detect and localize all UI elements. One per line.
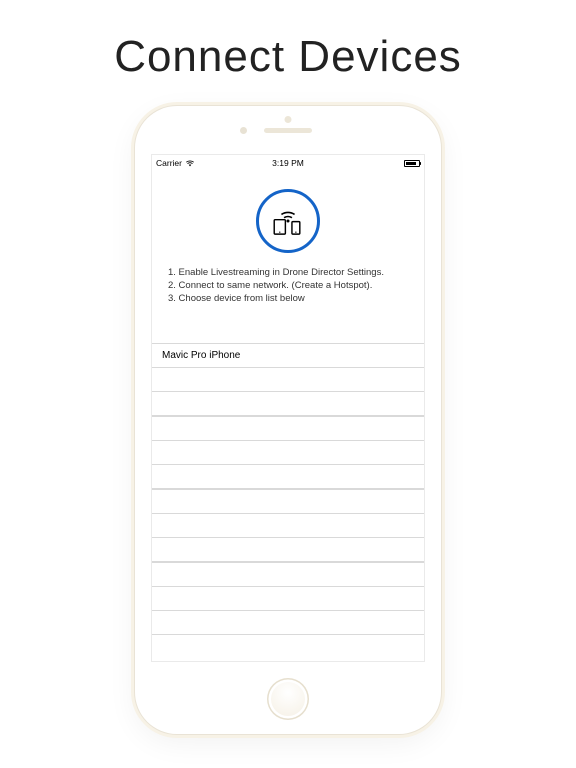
wifi-icon xyxy=(185,159,195,167)
phone-sensor xyxy=(285,116,292,123)
status-bar: Carrier 3:19 PM xyxy=(152,155,424,171)
device-row[interactable]: Mavic Pro iPhone xyxy=(152,343,424,368)
instructions: 1. Enable Livestreaming in Drone Directo… xyxy=(152,267,424,305)
instruction-2: 2. Connect to same network. (Create a Ho… xyxy=(168,280,408,293)
list-row-empty xyxy=(152,367,424,392)
list-row-empty xyxy=(152,391,424,416)
phone-mockup: Carrier 3:19 PM xyxy=(135,106,441,734)
page-title: Connect Devices xyxy=(0,32,576,82)
status-right xyxy=(404,160,420,167)
list-row-empty xyxy=(152,440,424,465)
list-row-empty xyxy=(152,562,424,587)
phone-screen: Carrier 3:19 PM xyxy=(151,154,425,662)
home-button[interactable] xyxy=(267,678,309,720)
phone-speaker xyxy=(264,128,312,133)
phone-camera xyxy=(240,127,247,134)
status-carrier: Carrier xyxy=(156,158,182,168)
device-list[interactable]: Mavic Pro iPhone xyxy=(152,343,424,635)
screen-content: 1. Enable Livestreaming in Drone Directo… xyxy=(152,171,424,635)
list-row-empty xyxy=(152,537,424,562)
device-label: Mavic Pro iPhone xyxy=(162,350,240,361)
list-row-empty xyxy=(152,464,424,489)
list-row-empty xyxy=(152,586,424,611)
battery-icon xyxy=(404,160,420,167)
instruction-1: 1. Enable Livestreaming in Drone Directo… xyxy=(168,267,408,280)
list-row-empty xyxy=(152,513,424,538)
status-left: Carrier xyxy=(156,158,195,168)
list-row-empty xyxy=(152,416,424,441)
connect-devices-icon xyxy=(256,189,320,253)
status-time: 3:19 PM xyxy=(272,158,304,168)
instruction-3: 3. Choose device from list below xyxy=(168,293,408,306)
list-row-empty xyxy=(152,610,424,635)
list-row-empty xyxy=(152,489,424,514)
